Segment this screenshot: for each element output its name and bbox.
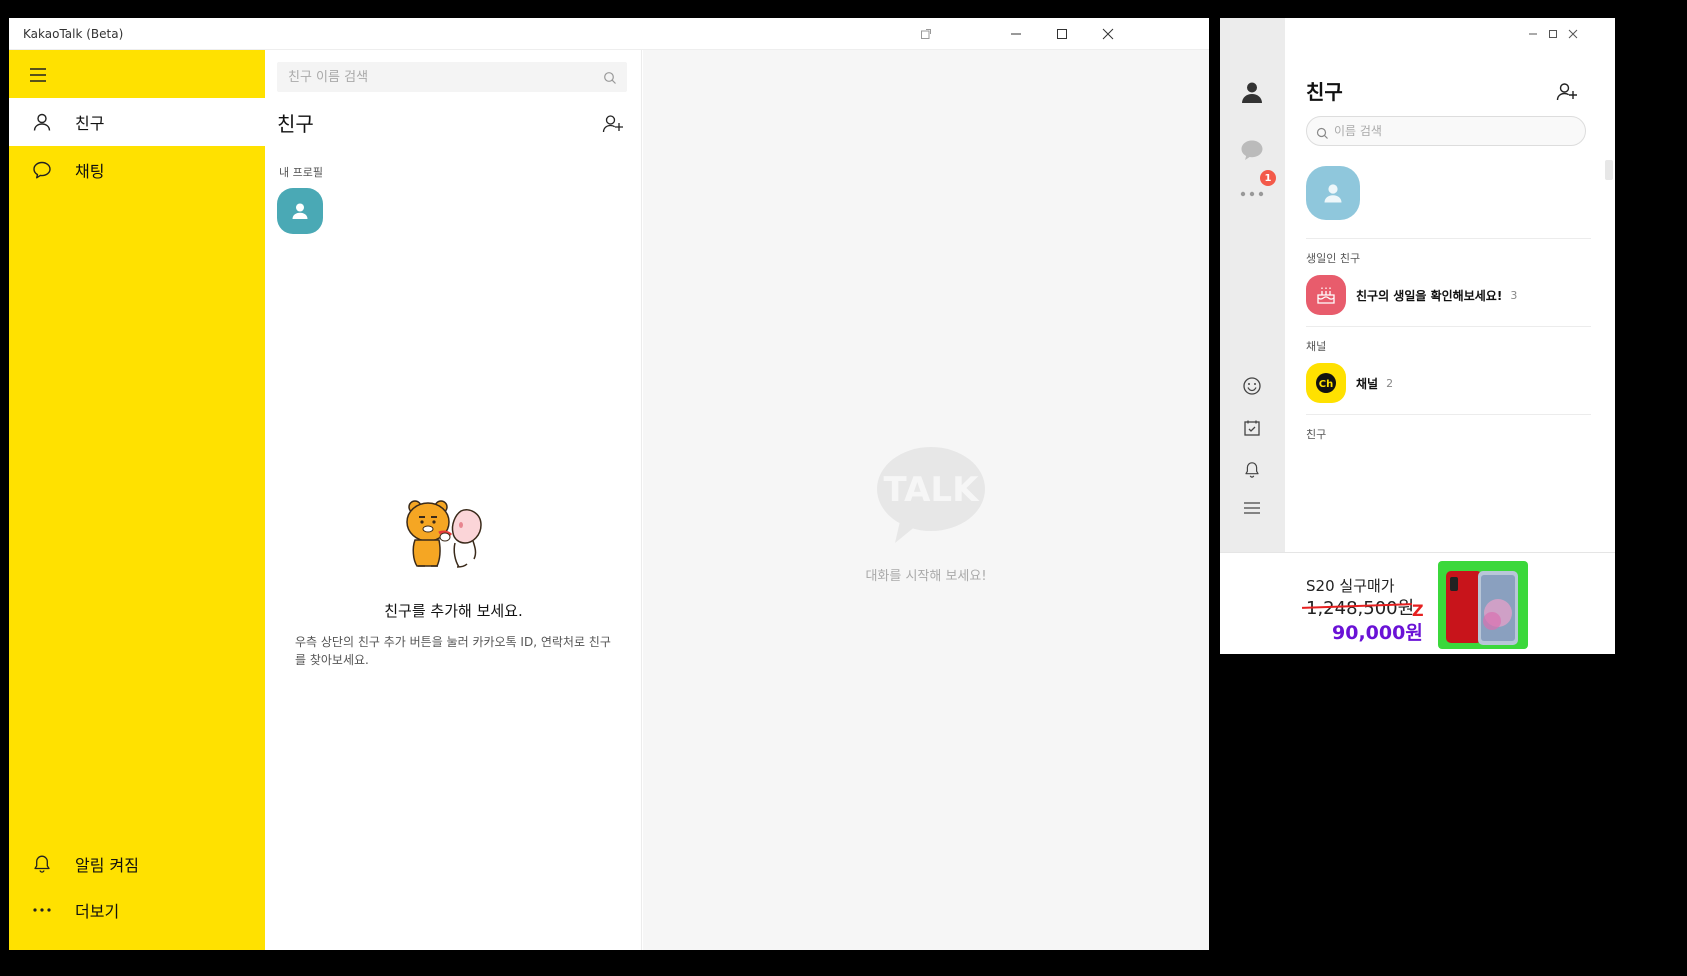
talk-logo-text: TALK: [884, 470, 981, 510]
minimize-button[interactable]: [993, 18, 1039, 50]
my-profile-avatar[interactable]: [277, 188, 323, 234]
channel-icon: Ch: [1306, 363, 1346, 403]
bell-icon[interactable]: [1236, 454, 1268, 486]
page-title: 친구: [1306, 80, 1343, 104]
birthday-count: 3: [1510, 288, 1518, 302]
scrollbar-thumb[interactable]: [1605, 160, 1613, 180]
talk-logo-icon: TALK: [871, 445, 991, 545]
more-icon: [9, 907, 75, 913]
section-label-birthday: 생일인 친구: [1306, 252, 1361, 265]
my-profile-label: 내 프로필: [279, 166, 323, 179]
list-item-channel[interactable]: Ch 채널 2: [1306, 363, 1591, 403]
close-button[interactable]: [1085, 18, 1131, 50]
kakaotalk-friends-window: 1 친구 이름 검색 생일인 친구 친구의 생일을 확인해보세요! 3 채널 C…: [1220, 18, 1615, 654]
my-profile-avatar[interactable]: [1306, 166, 1360, 220]
name-search-input[interactable]: [1307, 124, 1577, 138]
divider: [1306, 326, 1591, 327]
divider: [1306, 238, 1591, 239]
birthday-text: 친구의 생일을 확인해보세요!: [1356, 288, 1503, 303]
ad-phone-image: [1438, 561, 1528, 649]
chat-area: TALK 대화를 시작해 보세요!: [643, 50, 1209, 950]
menu-icon[interactable]: [1236, 492, 1268, 524]
page-title: 친구: [277, 112, 314, 136]
friends-panel: 친구 내 프로필: [265, 50, 642, 950]
search-icon[interactable]: [603, 70, 617, 89]
ryan-character-illustration: [403, 495, 493, 585]
sidebar-item-notifications[interactable]: 알림 켜짐: [9, 840, 265, 888]
kakaotalk-main-window: KakaoTalk (Beta) 친구 채팅 알림 켜짐 더보기 친구 이름 검…: [9, 18, 1209, 950]
search-icon: [1316, 125, 1329, 144]
sidebar: 친구 채팅 알림 켜짐 더보기: [9, 50, 265, 950]
ad-new-price: 90,000원: [1332, 622, 1423, 644]
sidebar-item-label: 채팅: [75, 162, 105, 181]
empty-state-description: 우측 상단의 친구 추가 버튼을 눌러 카카오톡 ID, 연락처로 친구를 찾아…: [295, 635, 611, 667]
popout-icon[interactable]: [903, 18, 949, 50]
bell-icon: [9, 854, 75, 874]
channel-text: 채널: [1356, 376, 1379, 391]
chat-bubble-icon: [9, 160, 75, 180]
friend-search-box[interactable]: [277, 62, 627, 92]
maximize-button[interactable]: [1543, 26, 1563, 42]
close-button[interactable]: [1563, 26, 1583, 42]
add-friend-icon[interactable]: [1555, 80, 1579, 104]
sidebar-item-label: 친구: [75, 114, 105, 133]
ad-title: S20 실구매가: [1306, 577, 1395, 595]
navigation-bar: 1: [1220, 18, 1285, 552]
maximize-button[interactable]: [1039, 18, 1085, 50]
divider: [1306, 414, 1591, 415]
birthday-cake-icon: [1306, 275, 1346, 315]
name-search-box[interactable]: [1306, 116, 1586, 146]
empty-state-title: 친구를 추가해 보세요.: [384, 602, 523, 620]
emoticon-icon[interactable]: [1236, 370, 1268, 402]
sidebar-item-label: 알림 켜짐: [75, 856, 139, 875]
notification-badge: 1: [1260, 170, 1276, 186]
section-label-friends: 친구: [1306, 428, 1327, 441]
sidebar-item-more[interactable]: 더보기: [9, 886, 265, 934]
channel-icon-text: Ch: [1319, 379, 1333, 390]
sidebar-item-chats[interactable]: 채팅: [9, 146, 265, 194]
calendar-icon[interactable]: [1236, 412, 1268, 444]
sidebar-item-friends[interactable]: 친구: [9, 98, 265, 146]
chats-tab-icon[interactable]: [1236, 134, 1268, 166]
person-icon: [9, 112, 75, 132]
sidebar-item-label: 더보기: [75, 902, 120, 921]
ad-banner[interactable]: S20 실구매가 1,248,500원 Z 90,000원: [1220, 552, 1615, 654]
section-label-channel: 채널: [1306, 340, 1327, 353]
add-friend-icon[interactable]: [601, 112, 625, 136]
friends-main-panel: 친구 생일인 친구 친구의 생일을 확인해보세요! 3 채널 Ch: [1285, 18, 1615, 552]
window-title: KakaoTalk (Beta): [23, 27, 124, 41]
chat-start-hint: 대화를 시작해 보세요!: [865, 569, 987, 584]
friends-tab-icon[interactable]: [1236, 76, 1268, 108]
hamburger-menu-icon[interactable]: [23, 62, 53, 88]
friend-search-input[interactable]: [277, 69, 587, 85]
channel-count: 2: [1386, 376, 1394, 390]
title-bar: KakaoTalk (Beta): [9, 18, 1209, 50]
minimize-button[interactable]: [1523, 26, 1543, 42]
list-item-birthday[interactable]: 친구의 생일을 확인해보세요! 3: [1306, 275, 1591, 315]
